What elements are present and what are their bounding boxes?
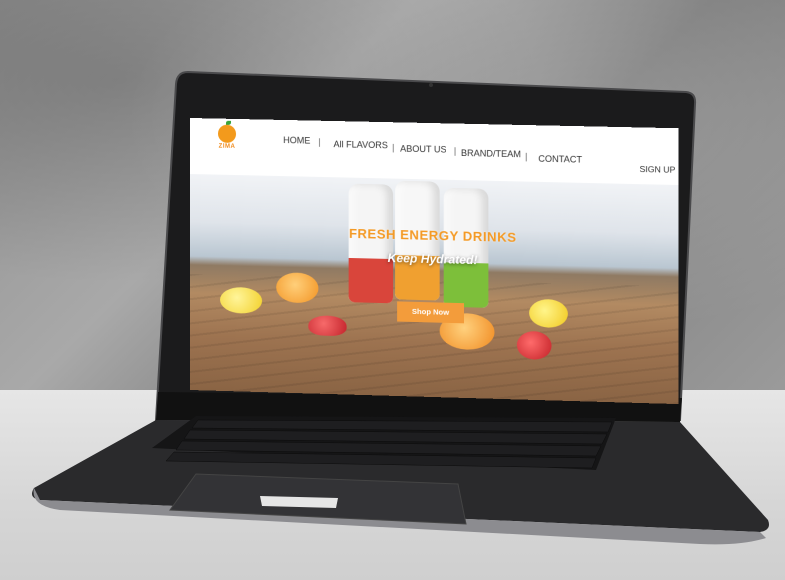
lemon-slice-image bbox=[529, 298, 568, 329]
nav-separator: | bbox=[392, 142, 395, 153]
laptop-screen: ZIMA HOME | All FLAVORS | ABOUT US | BRA… bbox=[190, 118, 679, 405]
orange-logo-icon bbox=[218, 120, 237, 143]
brand-logo-text: ZIMA bbox=[218, 143, 236, 150]
red-energy-can bbox=[348, 183, 394, 304]
hero-banner: FRESH ENERGY DRINKS Keep Hydrated! Shop … bbox=[190, 174, 679, 405]
shop-now-button[interactable]: Shop Now bbox=[397, 301, 465, 324]
nav-item-contact[interactable]: CONTACT bbox=[538, 154, 582, 165]
sign-up-link[interactable]: SIGN UP bbox=[640, 164, 676, 175]
nav-item-about-us[interactable]: ABOUT US bbox=[400, 144, 446, 155]
nav-separator: | bbox=[453, 145, 457, 156]
nav-separator: | bbox=[318, 136, 321, 147]
orange-slice-image bbox=[276, 272, 319, 304]
nav-item-home[interactable]: HOME bbox=[283, 135, 310, 146]
brand-logo[interactable]: ZIMA bbox=[212, 120, 242, 159]
green-energy-can bbox=[443, 187, 489, 308]
strawberry-image bbox=[308, 315, 347, 337]
nav-separator: | bbox=[525, 151, 528, 162]
lemon-slice-image bbox=[220, 286, 263, 314]
strawberry-image bbox=[516, 330, 552, 361]
nav-item-all-flavors[interactable]: All FLAVORS bbox=[334, 139, 388, 150]
nav-item-brand-team[interactable]: BRAND/TEAM bbox=[461, 148, 521, 159]
